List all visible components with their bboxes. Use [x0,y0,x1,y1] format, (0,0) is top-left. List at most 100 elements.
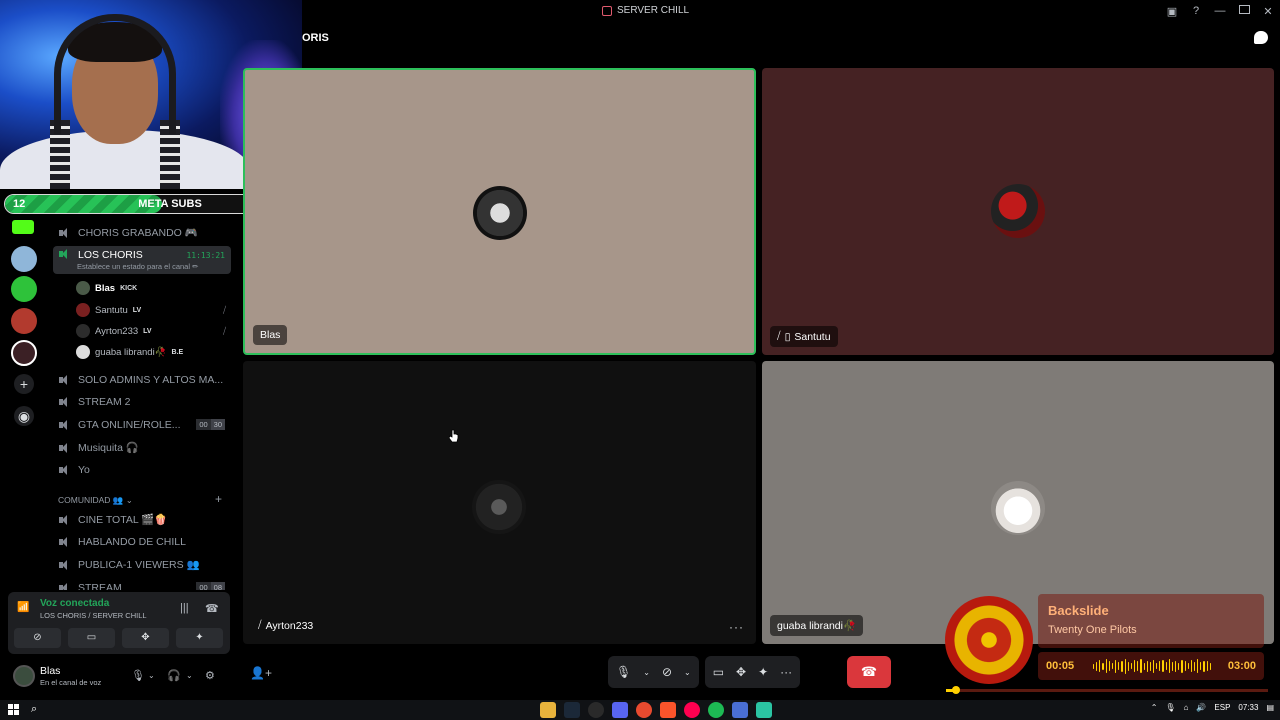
voice-user[interactable]: guaba librandi🥀 B.E [76,342,226,362]
camera-off-button[interactable]: ⊘ [14,628,61,648]
mobile-icon: ▯ [784,330,791,343]
notepad-icon[interactable] [756,702,772,718]
add-channel-icon[interactable]: + [215,492,222,506]
brave-icon[interactable] [660,702,676,718]
chat-icon[interactable] [1254,31,1268,44]
chevron-down-icon[interactable]: ⌄ [643,668,650,677]
voice-user[interactable]: Santutu LV ⧸ [76,300,226,320]
server-icon[interactable] [11,246,37,272]
voice-user[interactable]: Ayrton233 LV ⧸ [76,321,226,341]
channel-list: CHORIS GRABANDO 🎮 LOS CHORIS 11:13:21 Es… [48,190,236,590]
activity-group: ▭ ✥ ✦ ··· [704,656,801,688]
voice-channel[interactable]: Yo [53,459,231,480]
camera-off-icon[interactable]: ⊘ [662,665,672,679]
mic-muted-icon: ⧸ [258,619,262,631]
tile-nametag: ⧸ Ayrton233 [258,619,314,632]
file-explorer-icon[interactable] [540,702,556,718]
invite-user-icon[interactable]: 👤+ [250,666,272,680]
voice-channel[interactable]: SOLO ADMINS Y ALTOS MA... [53,369,231,390]
channel-status-hint[interactable]: Establece un estado para el canal ✏ [77,262,198,271]
chevron-down-icon[interactable]: ⌄ [186,671,193,680]
server-icon[interactable] [11,276,37,302]
voice-channel[interactable]: STREAM 2 [53,391,231,412]
settings-gear-icon[interactable]: ⚙ [205,669,215,682]
voice-location[interactable]: LOS CHORIS / SERVER CHILL [40,611,147,620]
disconnect-call-button[interactable]: ☎ [847,656,891,688]
share-screen-icon[interactable]: ▭ [713,665,724,679]
microphone-icon[interactable]: 🎙 [131,669,145,682]
avatar [991,184,1045,238]
taskbar-clock[interactable]: 07:33 [1238,703,1258,712]
voice-channel[interactable]: PUBLICA-1 VIEWERS 👥 [53,554,231,575]
discord-icon[interactable] [612,702,628,718]
start-button-icon[interactable] [8,704,19,715]
video-tile-santutu[interactable]: ⧸ ▯ Santutu [762,68,1274,355]
activities-button[interactable]: ✥ [122,628,169,648]
soundboard-button[interactable]: ✦ [176,628,223,648]
tile-nametag: ⧸ ▯ Santutu [770,326,838,347]
app-icon[interactable] [732,702,748,718]
volume-icon[interactable]: 🔊 [1196,703,1206,712]
voice-channel[interactable]: CINE TOTAL 🎬🍿 [53,509,231,530]
chrome-icon[interactable] [636,702,652,718]
microphone-icon[interactable]: 🎙 [616,665,631,679]
video-tile-ayrton[interactable]: ⧸ Ayrton233 ··· [243,361,756,644]
share-screen-button[interactable]: ▭ [68,628,115,648]
minimize-button[interactable]: — [1208,5,1232,17]
chevron-down-icon[interactable]: ⌄ [148,671,155,680]
voice-channel[interactable]: HABLANDO DE CHILL [53,531,231,552]
server-icon-active[interactable] [11,340,37,366]
mic-camera-group: 🎙 ⌄ ⊘ ⌄ [608,656,699,688]
headphones-icon[interactable]: 🎧 [167,669,181,682]
search-icon[interactable]: ⌕ [31,703,37,716]
network-icon[interactable]: ⌂ [1184,703,1189,712]
more-icon[interactable]: ··· [780,665,792,679]
kick-server-icon[interactable] [12,220,34,234]
microphone-icon[interactable]: 🎙 [1165,703,1175,712]
user-count-badge: 00 08 [196,582,225,590]
activities-icon[interactable]: ✥ [736,665,746,679]
user-tag: KICK [120,284,138,292]
language-indicator[interactable]: ESP [1214,703,1230,712]
album-art-disc [945,596,1033,684]
user-name[interactable]: Blas [40,665,60,677]
noise-suppression-icon[interactable]: ||| [180,602,189,614]
voice-channel-active[interactable]: LOS CHORIS 11:13:21 Establece un estado … [53,246,231,274]
category-comunidad[interactable]: COMUNIDAD 👥 ⌄ [58,495,133,506]
explore-icon[interactable]: ◉ [14,406,34,426]
voice-channel[interactable]: CHORIS GRABANDO 🎮 [53,222,231,243]
speaker-icon [59,419,72,430]
help-icon[interactable]: ? [1184,5,1208,17]
steam-icon[interactable] [564,702,580,718]
voice-status[interactable]: Voz conectada [40,598,109,609]
track-progress-knob[interactable] [951,686,960,694]
more-options-icon[interactable]: ··· [729,620,744,634]
voice-channel[interactable]: GTA ONLINE/ROLE... 00 30 [53,414,231,435]
track-progress-bar[interactable] [946,686,1268,694]
maximize-button[interactable] [1232,5,1256,17]
notifications-icon[interactable]: ▤ [1266,703,1274,712]
inbox-icon[interactable]: ▣ [1160,5,1184,18]
speaker-icon [59,536,72,547]
speaker-icon [59,396,72,407]
voice-channel[interactable]: Musiquita 🎧 [53,437,231,458]
window-controls: ▣ ? — ✕ [1160,0,1280,22]
close-button[interactable]: ✕ [1256,5,1280,18]
spotify-icon[interactable] [708,702,724,718]
clock-app-icon[interactable] [588,702,604,718]
player-bar: 00:05 03:00 [1038,652,1264,680]
track-title: Backslide [1048,603,1109,618]
speaker-icon [59,374,72,385]
disconnect-icon[interactable]: ☎ [205,602,219,615]
server-icon[interactable] [11,308,37,334]
signal-icon[interactable]: 📶 [17,602,29,614]
soundboard-icon[interactable]: ✦ [758,665,768,679]
add-server-icon[interactable]: + [14,374,34,394]
chevron-up-icon[interactable]: ⌃ [1151,703,1158,712]
user-avatar[interactable] [13,665,35,687]
media-player-icon[interactable] [684,702,700,718]
chevron-down-icon[interactable]: ⌄ [684,668,691,677]
video-tile-blas[interactable]: Blas [243,68,756,355]
voice-channel[interactable]: STREAM 00 08 [53,577,231,590]
voice-user[interactable]: Blas KICK [76,278,226,298]
